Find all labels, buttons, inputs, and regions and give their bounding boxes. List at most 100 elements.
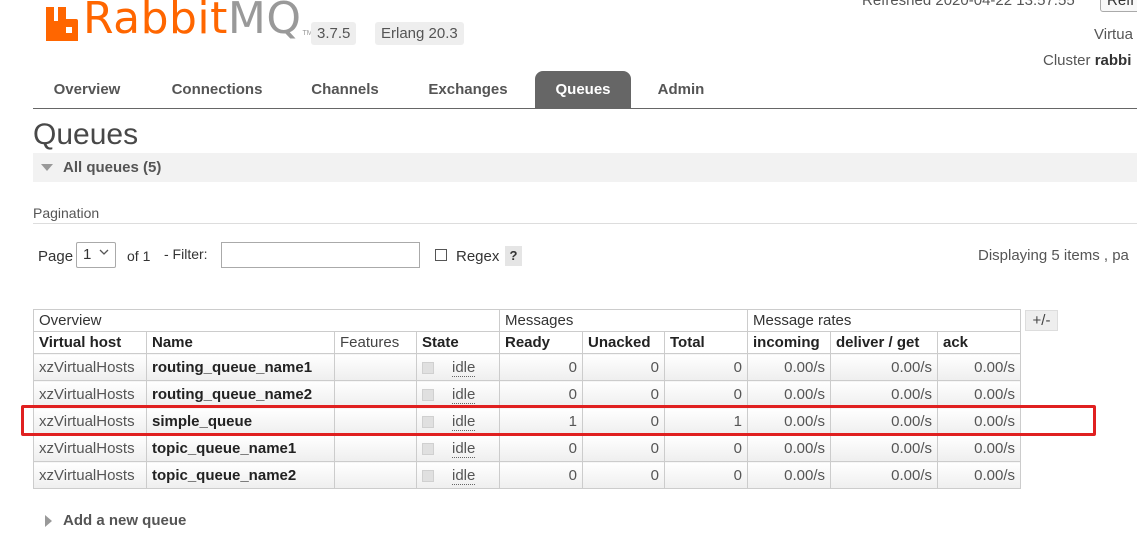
cluster-name: rabbi (1094, 52, 1132, 69)
cell-total: 0 (664, 461, 748, 489)
cell-features (334, 461, 417, 489)
add-new-queue-toggle[interactable]: Add a new queue (63, 512, 186, 529)
col-ready[interactable]: Ready (499, 331, 583, 354)
cell-features (334, 353, 417, 381)
cell-deliver-get: 0.00/s (830, 461, 938, 489)
column-toggle-button[interactable]: +/- (1025, 310, 1058, 331)
col-total[interactable]: Total (664, 331, 748, 354)
col-ack[interactable]: ack (937, 331, 1021, 354)
tab-exchanges[interactable]: Exchanges (413, 71, 523, 108)
group-header-overview: Overview (33, 309, 500, 332)
erlang-badge: Erlang 20.3 (375, 22, 464, 45)
cluster-prefix: Cluster (1043, 52, 1095, 69)
rabbitmq-logo[interactable]: RabbitMQ TM (44, 0, 313, 44)
col-deliver-get[interactable]: deliver / get (830, 331, 938, 354)
cell-ack: 0.00/s (937, 434, 1021, 462)
page-title: Queues (33, 118, 139, 151)
cell-ready: 0 (499, 353, 583, 381)
cell-vhost: xzVirtualHosts (33, 380, 147, 408)
state-indicator-icon (422, 469, 434, 482)
queue-name-link[interactable]: routing_queue_name2 (146, 380, 335, 408)
cell-deliver-get: 0.00/s (830, 353, 938, 381)
version-badge: 3.7.5 (311, 22, 357, 45)
cell-state: idle (416, 353, 500, 381)
highlight-annotation (21, 405, 1096, 436)
logo-wordmark: RabbitMQ (83, 0, 302, 41)
queue-name-link[interactable]: topic_queue_name2 (146, 461, 335, 489)
queue-name-link[interactable]: routing_queue_name1 (146, 353, 335, 381)
cell-incoming: 0.00/s (747, 434, 831, 462)
cell-total: 0 (664, 434, 748, 462)
cell-unacked: 0 (582, 380, 665, 408)
virtual-host-label: Virtua (1094, 26, 1133, 43)
cluster-label: Cluster rabbi (1043, 52, 1131, 69)
logo-mq-text: MQ (227, 0, 302, 44)
refreshed-text: Refreshed 2020-04-22 13:57:55 (862, 0, 1075, 9)
of-pages-label: of 1 (127, 248, 151, 264)
group-header-messages: Messages (499, 309, 748, 332)
regex-checkbox[interactable] (435, 249, 447, 261)
regex-help-button[interactable]: ? (505, 246, 522, 266)
page-select[interactable]: 1 (76, 242, 116, 268)
logo-rabbit-text: Rabbit (83, 0, 228, 44)
section-title: All queues (5) (63, 159, 162, 176)
main-nav: Overview Connections Channels Exchanges … (33, 71, 1137, 109)
cell-total: 0 (664, 353, 748, 381)
col-name[interactable]: Name (146, 331, 335, 354)
cell-deliver-get: 0.00/s (830, 380, 938, 408)
pagination-divider (33, 223, 1137, 224)
state-text: idle (452, 439, 476, 458)
cell-features (334, 434, 417, 462)
state-text: idle (452, 358, 476, 377)
page-label: Page (38, 248, 74, 265)
table-row[interactable]: xzVirtualHosts topic_queue_name2 idle 0 … (33, 461, 1021, 489)
col-unacked[interactable]: Unacked (582, 331, 665, 354)
cell-state: idle (416, 461, 500, 489)
cell-ack: 0.00/s (937, 461, 1021, 489)
state-text: idle (452, 466, 476, 485)
state-indicator-icon (422, 388, 434, 401)
queues-table: Overview Messages Message rates Virtual … (33, 309, 1021, 489)
cell-ack: 0.00/s (937, 353, 1021, 381)
col-incoming[interactable]: incoming (747, 331, 831, 354)
queue-name-link[interactable]: topic_queue_name1 (146, 434, 335, 462)
cell-unacked: 0 (582, 434, 665, 462)
page-select-value: 1 (83, 246, 92, 263)
cell-total: 0 (664, 380, 748, 408)
pagination-label: Pagination (33, 205, 100, 221)
tab-overview[interactable]: Overview (33, 71, 141, 108)
rabbitmq-logo-icon (44, 5, 80, 41)
cell-state: idle (416, 434, 500, 462)
tab-connections[interactable]: Connections (155, 71, 279, 108)
tab-channels[interactable]: Channels (295, 71, 395, 108)
state-indicator-icon (422, 361, 434, 374)
table-row[interactable]: xzVirtualHosts routing_queue_name2 idle … (33, 380, 1021, 408)
chevron-down-icon (99, 247, 109, 260)
cell-state: idle (416, 380, 500, 408)
cell-incoming: 0.00/s (747, 380, 831, 408)
filter-input[interactable] (221, 242, 420, 268)
refresh-button[interactable]: Refr (1100, 0, 1137, 12)
cell-ready: 0 (499, 434, 583, 462)
tab-queues[interactable]: Queues (535, 71, 631, 108)
cell-incoming: 0.00/s (747, 353, 831, 381)
triangle-right-icon (45, 515, 52, 527)
filter-label: - Filter: (164, 246, 208, 262)
col-features: Features (334, 331, 417, 354)
cell-ack: 0.00/s (937, 380, 1021, 408)
tab-admin[interactable]: Admin (645, 71, 717, 108)
cell-incoming: 0.00/s (747, 461, 831, 489)
cell-features (334, 380, 417, 408)
all-queues-section-header[interactable]: All queues (5) (33, 153, 1137, 182)
cell-ready: 0 (499, 461, 583, 489)
table-row[interactable]: xzVirtualHosts topic_queue_name1 idle 0 … (33, 434, 1021, 462)
table-row[interactable]: xzVirtualHosts routing_queue_name1 idle … (33, 353, 1021, 381)
regex-label: Regex (456, 248, 500, 265)
cell-vhost: xzVirtualHosts (33, 461, 147, 489)
cell-deliver-get: 0.00/s (830, 434, 938, 462)
col-state[interactable]: State (416, 331, 500, 354)
cell-unacked: 0 (582, 353, 665, 381)
cell-ready: 0 (499, 380, 583, 408)
state-text: idle (452, 385, 476, 404)
col-virtual-host[interactable]: Virtual host (33, 331, 147, 354)
